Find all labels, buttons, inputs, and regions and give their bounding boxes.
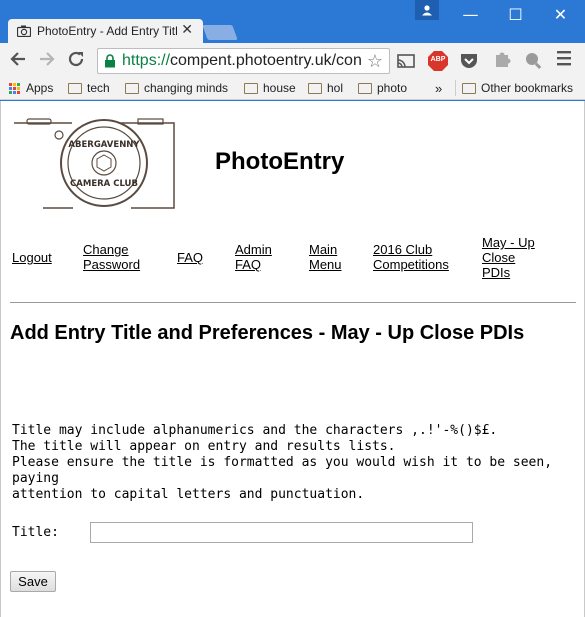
bookmarks-overflow-button[interactable]: »	[435, 81, 442, 96]
title-instructions: Title may include alphanumerics and the …	[12, 423, 572, 503]
title-bar: PhotoEntry - Add Entry Title ✕ — ☐ ✕	[0, 0, 585, 44]
address-bar[interactable]: https://compent.photoentry.uk/con ☆	[97, 48, 390, 74]
folder-icon	[68, 82, 82, 94]
bookmark-folder[interactable]: house	[244, 81, 296, 95]
divider	[10, 302, 576, 303]
bookmark-folder[interactable]: photo	[358, 81, 407, 95]
instruction-line: The title will appear on entry and resul…	[12, 439, 396, 454]
folder-icon	[244, 82, 258, 94]
folder-icon	[358, 82, 372, 94]
bookmark-star-icon[interactable]: ☆	[367, 51, 383, 72]
instruction-line: attention to capital letters and punctua…	[12, 487, 365, 502]
bookmark-apps-label: Apps	[26, 81, 54, 95]
title-input[interactable]	[90, 522, 473, 543]
adblock-label: ABP	[430, 56, 446, 63]
title-label: Title:	[12, 525, 59, 540]
tab-title: PhotoEntry - Add Entry Title	[37, 24, 177, 38]
browser-tab[interactable]: PhotoEntry - Add Entry Title ✕	[8, 19, 203, 44]
page-heading: Add Entry Title and Preferences - May - …	[10, 322, 525, 344]
adblock-icon[interactable]: ABP	[428, 51, 448, 71]
back-button[interactable]	[7, 50, 29, 72]
chrome-menu-icon[interactable]	[557, 49, 571, 72]
logout-link[interactable]: Logout	[12, 250, 52, 265]
bookmark-folder[interactable]: changing minds	[125, 81, 228, 95]
bookmark-folder[interactable]: tech	[68, 81, 110, 95]
puzzle-extension-icon[interactable]	[492, 51, 512, 71]
bookmark-apps[interactable]: Apps	[9, 81, 53, 95]
cast-icon[interactable]	[396, 51, 416, 71]
svg-text:CAMERA CLUB: CAMERA CLUB	[70, 179, 138, 189]
forward-button[interactable]	[36, 50, 58, 72]
bookmark-label: changing minds	[144, 81, 229, 95]
reload-icon	[68, 51, 84, 67]
camera-icon	[17, 25, 31, 37]
pocket-icon[interactable]	[459, 51, 479, 71]
browser-toolbar: https://compent.photoentry.uk/con ☆ ABP	[0, 43, 585, 78]
svg-text:ABERGAVENNY: ABERGAVENNY	[68, 140, 140, 150]
bookmark-label: hol	[327, 81, 344, 95]
instruction-line: Please ensure the title is formatted as …	[12, 455, 553, 486]
faq-link[interactable]: FAQ	[177, 250, 203, 265]
other-bookmarks[interactable]: Other bookmarks	[462, 81, 573, 95]
reload-button[interactable]	[65, 50, 87, 72]
main-menu-link[interactable]: Main Menu	[309, 242, 342, 272]
maximize-button[interactable]: ☐	[493, 2, 538, 28]
bookmarks-divider	[455, 80, 456, 96]
folder-icon	[462, 82, 476, 94]
admin-faq-link[interactable]: Admin FAQ	[235, 242, 272, 272]
camera-club-logo: ABERGAVENNY CAMERA CLUB	[13, 118, 175, 209]
page-content: ABERGAVENNY CAMERA CLUB PhotoEntry Logou…	[0, 101, 585, 617]
may-up-close-pdis-link[interactable]: May - Up Close PDIs	[482, 235, 535, 280]
bookmark-folder[interactable]: hol	[308, 81, 343, 95]
minimize-button[interactable]: —	[448, 2, 493, 28]
change-password-link[interactable]: Change Password	[83, 242, 140, 272]
back-arrow-icon	[10, 52, 25, 66]
bookmark-label: house	[263, 81, 296, 95]
apps-grid-icon	[9, 82, 20, 94]
site-title: PhotoEntry	[215, 148, 345, 175]
url-text: https://compent.photoentry.uk/con	[122, 52, 362, 69]
profile-button[interactable]	[415, 0, 439, 20]
folder-icon	[125, 82, 139, 94]
user-icon	[422, 5, 432, 16]
search-extension-icon[interactable]	[524, 51, 544, 71]
other-bookmarks-label: Other bookmarks	[481, 81, 574, 95]
bookmark-label: tech	[87, 81, 110, 95]
bookmarks-bar: Apps tech changing minds house hol photo…	[0, 78, 585, 100]
forward-arrow-icon	[40, 52, 55, 66]
close-tab-icon[interactable]: ✕	[181, 22, 193, 38]
bookmark-label: photo	[377, 81, 408, 95]
close-window-button[interactable]: ✕	[538, 2, 583, 28]
club-competitions-link[interactable]: 2016 Club Competitions	[373, 242, 449, 272]
new-tab-button[interactable]	[202, 25, 238, 40]
instruction-line: Title may include alphanumerics and the …	[12, 423, 498, 438]
lock-icon	[105, 54, 115, 68]
folder-icon	[308, 82, 322, 94]
save-button[interactable]: Save	[10, 571, 56, 592]
